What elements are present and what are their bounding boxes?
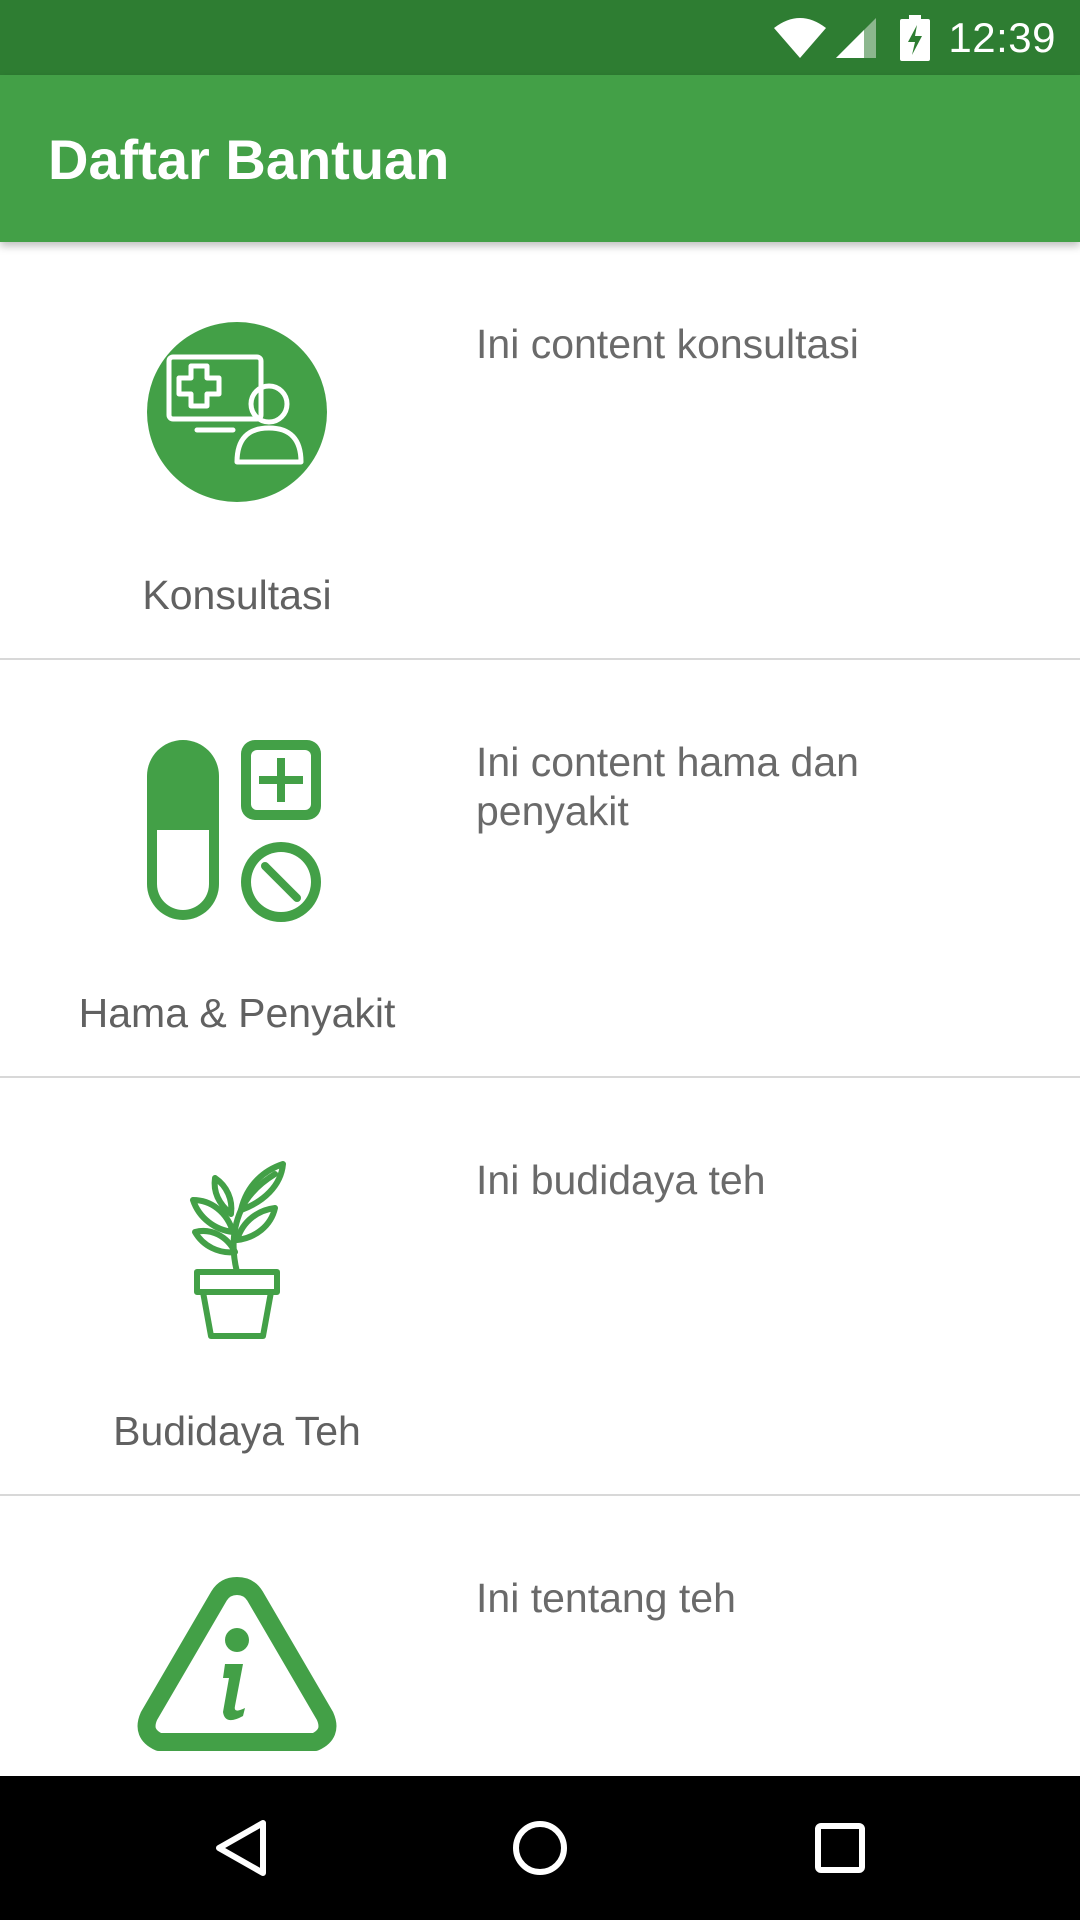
page-title: Daftar Bantuan (48, 128, 450, 191)
help-list[interactable]: Konsultasi Ini content konsultasi Hama &… (0, 242, 1080, 1776)
list-item-konsultasi[interactable]: Konsultasi Ini content konsultasi (0, 242, 1080, 660)
item-content: Ini content konsultasi (476, 321, 859, 367)
status-bar: 12:39 (0, 0, 1080, 75)
back-icon[interactable] (205, 1813, 275, 1883)
battery-charging-icon (900, 14, 931, 61)
home-icon[interactable] (505, 1813, 575, 1883)
item-content: Ini budidaya teh (476, 1157, 766, 1203)
info-triangle-icon (137, 1566, 337, 1766)
consultation-icon (137, 312, 337, 512)
wifi-icon (772, 16, 828, 60)
recents-icon[interactable] (805, 1813, 875, 1883)
item-content: Ini tentang teh (476, 1575, 736, 1621)
item-label: Hama & Penyakit (78, 990, 396, 1036)
app-bar: Daftar Bantuan (0, 75, 1080, 242)
list-item-hama-penyakit[interactable]: Hama & Penyakit Ini content hama dan pen… (0, 660, 1080, 1078)
navigation-bar (0, 1776, 1080, 1920)
list-item-budidaya-teh[interactable]: Budidaya Teh Ini budidaya teh (0, 1078, 1080, 1496)
cell-signal-icon (834, 16, 878, 60)
list-item-tentang-teh[interactable]: Ini tentang teh (0, 1496, 1080, 1776)
item-content: Ini content hama dan penyakit (476, 739, 859, 834)
status-icons: 12:39 (772, 0, 1056, 75)
screen: 12:39 Daftar Bantuan Konsultasi Ini cont… (0, 0, 1080, 1920)
item-label: Konsultasi (142, 572, 332, 618)
potted-plant-icon (137, 1148, 337, 1348)
item-label: Budidaya Teh (113, 1408, 361, 1454)
pests-diseases-icon (137, 730, 337, 930)
status-time: 12:39 (948, 13, 1056, 61)
